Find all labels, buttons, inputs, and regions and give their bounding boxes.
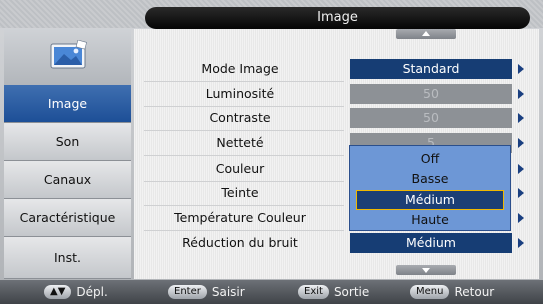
- scroll-down-button[interactable]: [396, 265, 456, 275]
- row-value: 50: [350, 84, 512, 104]
- option-dropdown[interactable]: Off Basse Médium Haute: [349, 145, 511, 231]
- dropdown-option-off[interactable]: Off: [350, 149, 510, 169]
- row-label: Luminosité: [205, 86, 275, 101]
- window-title: Image: [145, 7, 530, 29]
- row-divider: [144, 106, 344, 107]
- arrow-right-icon[interactable]: [518, 238, 524, 248]
- row-value: 50: [350, 108, 512, 128]
- arrow-right-icon[interactable]: [518, 64, 524, 74]
- enter-key-icon: Enter: [168, 285, 207, 299]
- exit-key-icon: Exit: [298, 285, 329, 299]
- row-divider: [144, 230, 344, 231]
- picture-category-logo: [4, 29, 131, 86]
- picture-icon: [50, 40, 87, 69]
- arrow-down-icon: [422, 268, 430, 273]
- row-reduction-du-bruit[interactable]: Réduction du bruit Médium: [134, 233, 539, 253]
- sidebar-item-image[interactable]: Image: [4, 85, 131, 123]
- hint-enter-label: Saisir: [211, 285, 245, 299]
- row-mode-image[interactable]: Mode Image Standard: [134, 59, 539, 79]
- sidebar-item-caracteristique[interactable]: Caractéristique: [4, 199, 131, 237]
- row-divider: [144, 130, 344, 131]
- dropdown-option-basse[interactable]: Basse: [350, 169, 510, 189]
- row-label: Netteté: [216, 135, 264, 150]
- arrow-right-icon[interactable]: [518, 113, 524, 123]
- arrow-up-icon: [422, 31, 430, 36]
- hint-enter: Enter Saisir: [168, 284, 245, 300]
- row-label: Couleur: [215, 161, 265, 176]
- row-divider: [144, 205, 344, 206]
- sidebar-item-canaux[interactable]: Canaux: [4, 161, 131, 199]
- row-contraste[interactable]: Contraste 50: [134, 108, 539, 128]
- dropdown-option-haute[interactable]: Haute: [350, 210, 510, 230]
- arrow-right-icon[interactable]: [518, 188, 524, 198]
- row-divider: [144, 155, 344, 156]
- row-label: Contraste: [209, 110, 271, 125]
- hint-exit-label: Sortie: [333, 285, 370, 299]
- arrow-right-icon[interactable]: [518, 213, 524, 223]
- row-value[interactable]: Standard: [350, 59, 512, 79]
- hint-move: ▲▼ Dépl.: [44, 284, 108, 300]
- arrow-right-icon[interactable]: [518, 89, 524, 99]
- row-divider: [144, 81, 344, 82]
- arrow-right-icon[interactable]: [518, 138, 524, 148]
- menu-key-icon: Menu: [410, 285, 450, 299]
- row-divider: [144, 181, 344, 182]
- row-label: Température Couleur: [174, 210, 306, 225]
- row-label: Mode Image: [201, 61, 279, 76]
- row-label: Teinte: [221, 185, 259, 200]
- hint-menu-label: Retour: [454, 285, 495, 299]
- sidebar-item-son[interactable]: Son: [4, 123, 131, 161]
- osd-window: Image Image Son Canaux Caractéristique I…: [0, 0, 543, 304]
- row-value[interactable]: Médium: [350, 233, 512, 253]
- sidebar-item-inst[interactable]: Inst.: [4, 237, 131, 279]
- hint-exit: Exit Sortie: [298, 284, 369, 300]
- arrow-right-icon[interactable]: [518, 164, 524, 174]
- scroll-up-button[interactable]: [396, 29, 456, 39]
- updown-arrows-icon: ▲▼: [44, 285, 72, 299]
- sidebar: Image Son Canaux Caractéristique Inst.: [4, 29, 131, 279]
- hint-move-label: Dépl.: [76, 285, 108, 299]
- footer-hint-bar: ▲▼ Dépl. Enter Saisir Exit Sortie Menu R…: [0, 280, 543, 304]
- dropdown-option-medium[interactable]: Médium: [356, 190, 504, 210]
- row-label: Réduction du bruit: [182, 235, 298, 250]
- hint-menu: Menu Retour: [410, 284, 494, 300]
- row-luminosite[interactable]: Luminosité 50: [134, 84, 539, 104]
